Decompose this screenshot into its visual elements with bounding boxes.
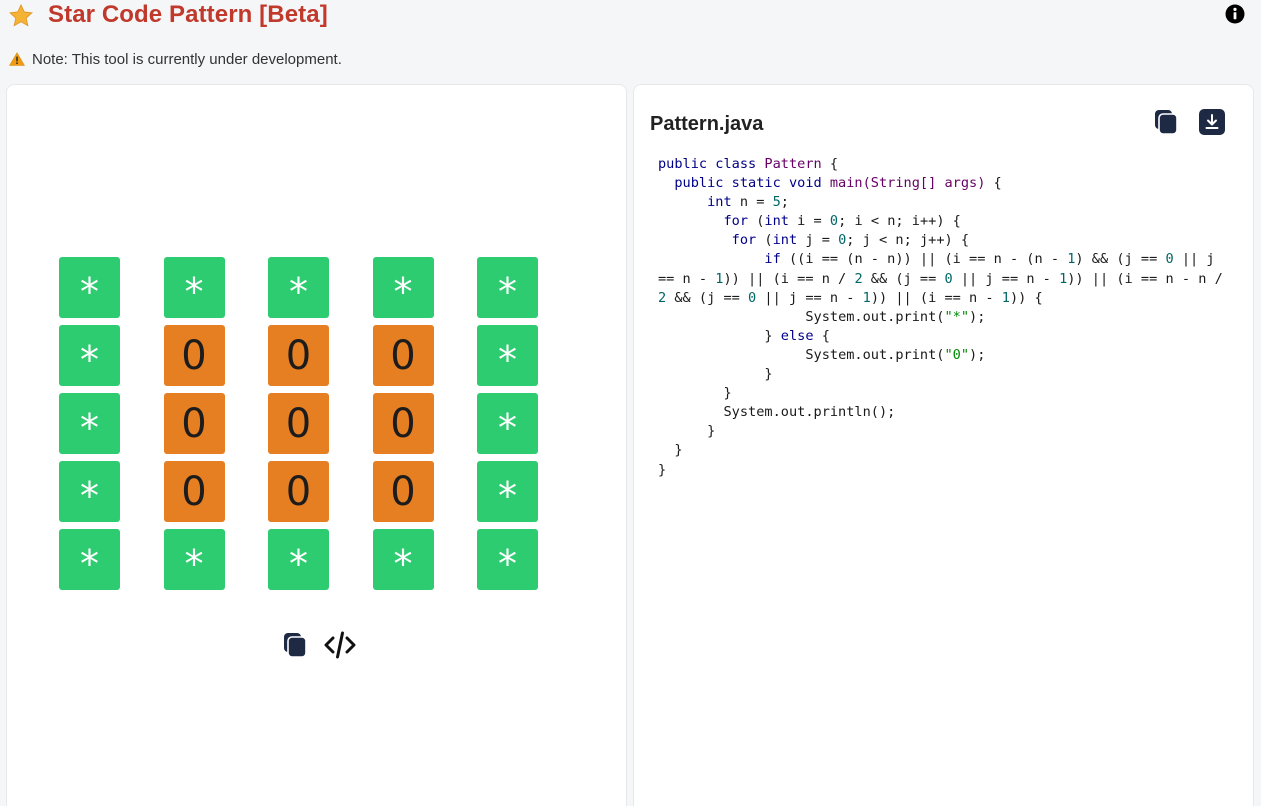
page-title: Star Code Pattern [Beta] — [48, 1, 328, 28]
star-cell: * — [477, 257, 538, 318]
star-cell: * — [59, 393, 120, 454]
info-icon[interactable] — [1225, 4, 1245, 24]
star-icon — [9, 3, 33, 27]
zero-cell: 0 — [268, 393, 329, 454]
code-line: } — [658, 442, 683, 459]
code-line: System.out.print("0"); — [658, 346, 986, 363]
pattern-preview-panel: * * * * * * 0 0 0 * * 0 0 0 * * 0 0 0 * * * * * * — [6, 84, 627, 806]
star-cell: * — [163, 257, 225, 318]
code-line: System.out.print("*"); — [658, 308, 986, 325]
code-panel: Pattern.java public class Pattern { publ… — [633, 84, 1254, 806]
code-line: for (int i = 0; i < n; i++) { — [658, 213, 961, 230]
star-cell: * — [59, 529, 120, 590]
download-icon[interactable] — [1199, 109, 1225, 135]
zero-cell: 0 — [163, 461, 225, 522]
development-note: Note: This tool is currently under devel… — [9, 50, 342, 68]
warning-icon — [9, 52, 25, 66]
code-icon[interactable] — [324, 631, 356, 659]
code-line: System.out.println(); — [658, 404, 896, 421]
file-name: Pattern.java — [650, 113, 764, 135]
code-line: } else { — [658, 327, 830, 344]
pattern-grid: * * * * * * 0 0 0 * * 0 0 0 * * 0 0 0 * * * * * * — [59, 257, 538, 590]
code-line: public static void main(String[] args) { — [658, 175, 1002, 192]
star-cell: * — [477, 393, 538, 454]
zero-cell: 0 — [372, 461, 434, 522]
star-cell: * — [372, 529, 434, 590]
star-cell: * — [59, 325, 120, 386]
code-actions — [1154, 109, 1225, 135]
code-line: public class Pattern { — [658, 156, 839, 172]
zero-cell: 0 — [268, 325, 329, 386]
code-line: } — [658, 366, 773, 383]
zero-cell: 0 — [268, 461, 329, 522]
star-cell: * — [477, 529, 538, 590]
app-header: Star Code Pattern [Beta] — [0, 0, 1261, 30]
star-cell: * — [59, 257, 120, 318]
zero-cell: 0 — [163, 393, 225, 454]
code-line: int n = 5; — [658, 194, 789, 211]
code-block: public class Pattern { public static voi… — [658, 155, 1228, 480]
star-cell: * — [268, 257, 329, 318]
code-line: for (int j = 0; j < n; j++) { — [658, 232, 970, 249]
star-cell: * — [372, 257, 434, 318]
star-cell: * — [163, 529, 225, 590]
code-line: if ((i == (n - n)) || (i == n - (n - 1) … — [658, 251, 1231, 306]
code-line: } — [658, 385, 732, 402]
zero-cell: 0 — [163, 325, 225, 386]
zero-cell: 0 — [372, 393, 434, 454]
copy-icon[interactable] — [283, 632, 307, 658]
star-cell: * — [59, 461, 120, 522]
preview-actions — [283, 631, 356, 659]
zero-cell: 0 — [372, 325, 434, 386]
code-line: } — [658, 461, 667, 478]
note-text: Note: This tool is currently under devel… — [32, 50, 342, 68]
star-cell: * — [477, 461, 538, 522]
copy-icon[interactable] — [1154, 109, 1178, 135]
code-line: } — [658, 423, 716, 440]
star-cell: * — [477, 325, 538, 386]
star-cell: * — [268, 529, 329, 590]
